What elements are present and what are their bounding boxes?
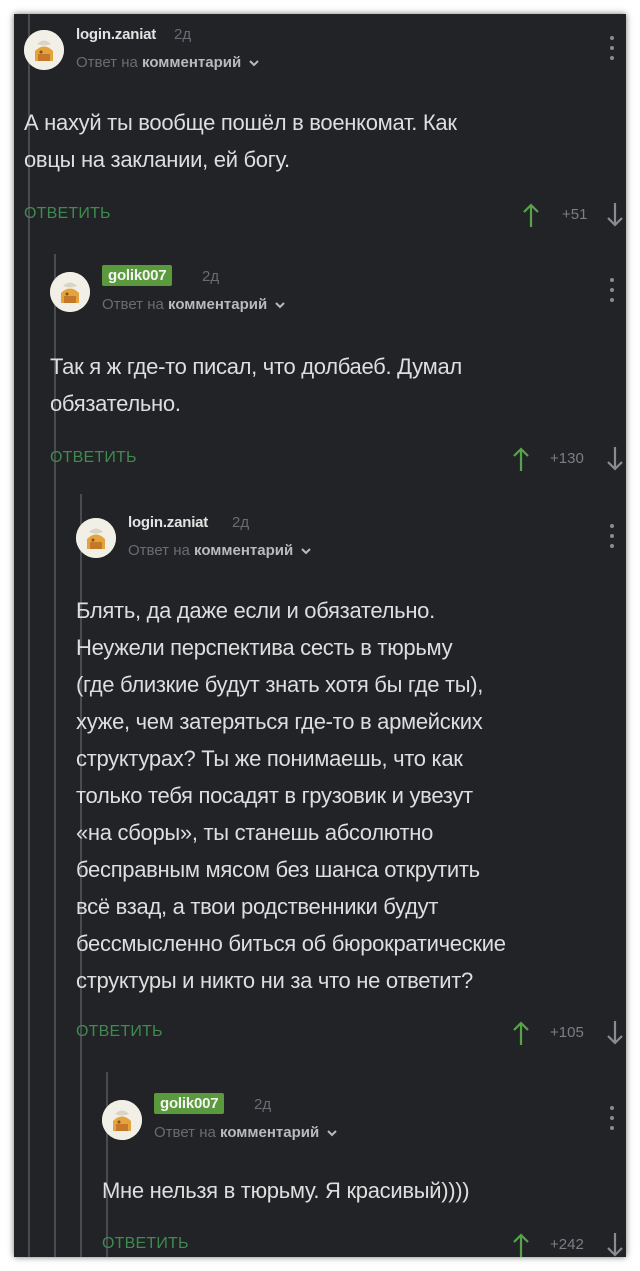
downvote-arrow-icon[interactable]: [606, 446, 624, 472]
comment-time: 2д: [174, 26, 192, 43]
user-avatar[interactable]: [76, 518, 116, 558]
comment-actions: ОТВЕТИТЬ +105: [76, 1020, 626, 1048]
reply-to[interactable]: Ответ на комментарий: [76, 54, 260, 71]
rating: +51: [562, 206, 588, 223]
reply-button[interactable]: ОТВЕТИТЬ: [102, 1235, 189, 1253]
downvote-arrow-icon[interactable]: [606, 202, 624, 228]
comment-text: Блять, да даже если и обязательно. Неуже…: [76, 598, 506, 993]
upvote-arrow-icon[interactable]: [512, 446, 530, 472]
chevron-down-icon[interactable]: [275, 296, 286, 313]
comment-time: 2д: [232, 514, 250, 531]
more-options-icon[interactable]: [608, 278, 616, 308]
reply-button[interactable]: ОТВЕТИТЬ: [76, 1023, 163, 1041]
downvote-arrow-icon[interactable]: [606, 1232, 624, 1257]
comment-actions: ОТВЕТИТЬ +130: [50, 446, 626, 474]
user-avatar[interactable]: [50, 272, 90, 312]
username[interactable]: login.zaniat: [128, 514, 208, 531]
comment-time: 2д: [254, 1096, 272, 1113]
comment-text: Так я ж где-то писал, что долбаеб. Думал…: [50, 354, 462, 416]
reply-button[interactable]: ОТВЕТИТЬ: [50, 449, 137, 467]
rating: +130: [550, 450, 584, 467]
comment-thread: login.zaniat 2д Ответ на комментарий А н…: [14, 14, 626, 1257]
comment-actions: ОТВЕТИТЬ +242: [102, 1232, 626, 1257]
more-options-icon[interactable]: [608, 524, 616, 554]
upvote-arrow-icon[interactable]: [522, 202, 540, 228]
upvote-arrow-icon[interactable]: [512, 1020, 530, 1046]
comment-text: Мне нельзя в тюрьму. Я красивый)))): [102, 1178, 470, 1203]
user-avatar[interactable]: [102, 1100, 142, 1140]
username[interactable]: golik007: [154, 1093, 225, 1114]
reply-to[interactable]: Ответ на комментарий: [128, 542, 312, 559]
reply-to[interactable]: Ответ на комментарий: [102, 296, 286, 313]
more-options-icon[interactable]: [608, 36, 616, 66]
reply-to-prefix: Ответ на: [128, 542, 190, 559]
upvote-arrow-icon[interactable]: [512, 1232, 530, 1257]
reply-to-target[interactable]: комментарий: [194, 542, 293, 559]
reply-to-prefix: Ответ на: [76, 54, 138, 71]
chevron-down-icon[interactable]: [301, 542, 312, 559]
comment: golik007 2д Ответ на комментарий Так я ж…: [50, 264, 626, 474]
comment-time: 2д: [202, 268, 220, 285]
reply-to-prefix: Ответ на: [154, 1124, 216, 1141]
rating: +242: [550, 1236, 584, 1253]
reply-to-target[interactable]: комментарий: [220, 1124, 319, 1141]
comment: golik007 2д Ответ на комментарий Мне нел…: [102, 1092, 626, 1257]
username[interactable]: login.zaniat: [76, 26, 156, 43]
reply-to[interactable]: Ответ на комментарий: [154, 1124, 338, 1141]
rating: +105: [550, 1024, 584, 1041]
username[interactable]: golik007: [102, 265, 173, 286]
downvote-arrow-icon[interactable]: [606, 1020, 624, 1046]
chevron-down-icon[interactable]: [327, 1124, 338, 1141]
chevron-down-icon[interactable]: [249, 54, 260, 71]
comment-text: А нахуй ты вообще пошёл в военкомат. Как…: [24, 110, 457, 172]
comment: login.zaniat 2д Ответ на комментарий Бля…: [76, 510, 626, 1060]
reply-button[interactable]: ОТВЕТИТЬ: [24, 205, 111, 223]
reply-to-prefix: Ответ на: [102, 296, 164, 313]
reply-to-target[interactable]: комментарий: [142, 54, 241, 71]
comment: login.zaniat 2д Ответ на комментарий А н…: [24, 22, 626, 232]
user-avatar[interactable]: [24, 30, 64, 70]
comment-actions: ОТВЕТИТЬ +51: [24, 202, 626, 230]
reply-to-target[interactable]: комментарий: [168, 296, 267, 313]
more-options-icon[interactable]: [608, 1106, 616, 1136]
